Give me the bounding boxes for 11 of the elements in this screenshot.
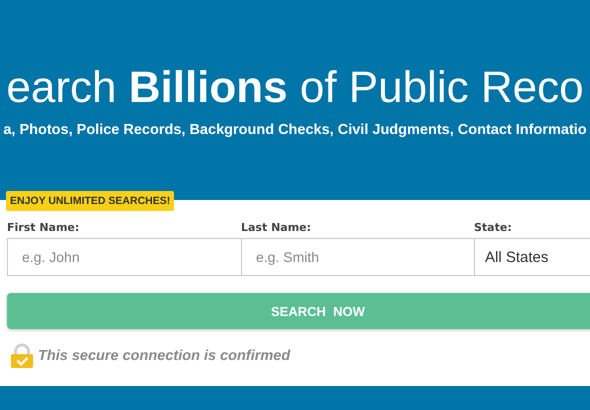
promo-badge: ENJOY UNLIMITED SEARCHES!: [6, 191, 174, 211]
field-label: Last Name:: [241, 221, 312, 234]
padlock-icon: [10, 343, 34, 369]
subtitle: a, Photos, Police Records, Background Checks, Civil Judgments, Contact Informatio: [3, 122, 587, 138]
input-field[interactable]: e.g. Smith: [241, 238, 474, 276]
input-field[interactable]: e.g. John: [7, 238, 241, 276]
secure-note: This secure connection is confirmed: [38, 348, 290, 364]
field-label: First Name:: [7, 221, 80, 234]
field-label: State:: [474, 221, 513, 234]
headline: earch Billions of Public Reco: [6, 64, 584, 112]
state-select[interactable]: All States: [474, 238, 590, 276]
